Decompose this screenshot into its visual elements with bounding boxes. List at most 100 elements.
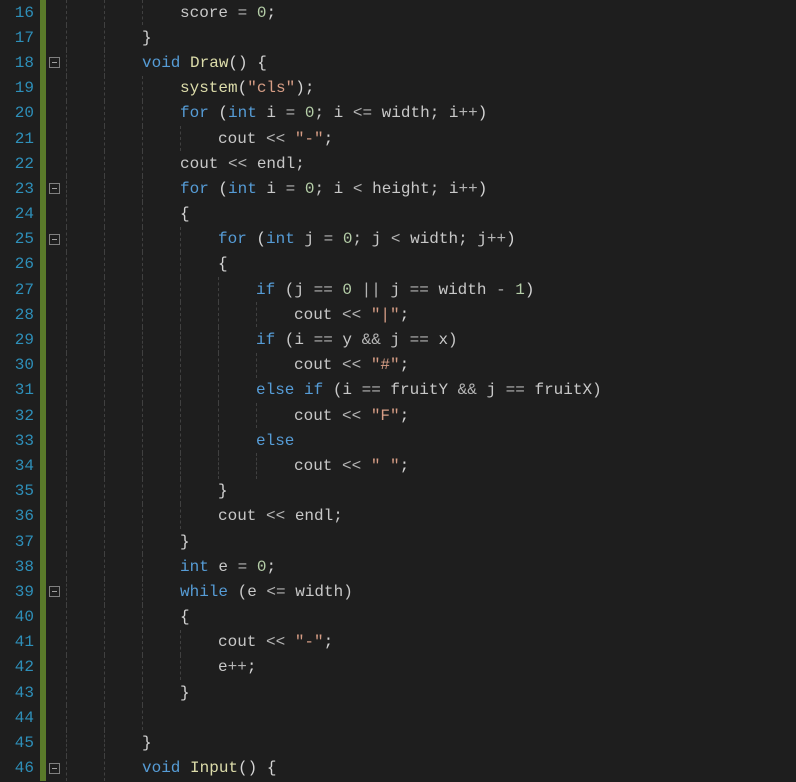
token: { [180, 608, 190, 626]
code-line[interactable]: for (int i = 0; i < height; i++) [66, 176, 796, 201]
token: endl; [247, 155, 305, 173]
token: << [266, 130, 285, 148]
code-editor[interactable]: 1617181920212223242526272829303132333435… [0, 0, 796, 782]
code-line[interactable]: while (e <= width) [66, 579, 796, 604]
line-number: 41 [0, 633, 40, 651]
token: << [342, 457, 361, 475]
token: ; [324, 633, 334, 651]
token: ; [266, 4, 276, 22]
code-text: if (i == y && j == x) [66, 331, 458, 349]
fold-toggle-icon[interactable] [49, 234, 60, 245]
code-line[interactable]: e++; [66, 655, 796, 680]
code-line[interactable]: } [66, 25, 796, 50]
gutter-row: 26 [0, 252, 62, 277]
code-line[interactable]: { [66, 202, 796, 227]
code-line[interactable]: cout << " "; [66, 453, 796, 478]
token: " " [371, 457, 400, 475]
token: int [180, 558, 209, 576]
code-line[interactable]: cout << "-"; [66, 630, 796, 655]
code-line[interactable] [66, 705, 796, 730]
code-text: cout << endl; [66, 507, 343, 525]
code-line[interactable]: void Draw() { [66, 50, 796, 75]
token: ) [478, 104, 488, 122]
code-line[interactable]: else if (i == fruitY && j == fruitX) [66, 378, 796, 403]
code-text: for (int i = 0; i < height; i++) [66, 180, 487, 198]
code-line[interactable]: } [66, 730, 796, 755]
code-line[interactable]: int e = 0; [66, 554, 796, 579]
line-number: 30 [0, 356, 40, 374]
code-line[interactable]: score = 0; [66, 0, 796, 25]
code-line[interactable]: } [66, 479, 796, 504]
gutter-row: 46 [0, 756, 62, 781]
code-text: cout << "#"; [66, 356, 409, 374]
code-text: cout << " "; [66, 457, 409, 475]
token: == [314, 331, 333, 349]
line-number: 43 [0, 684, 40, 702]
token: cout [294, 306, 342, 324]
code-text: system("cls"); [66, 79, 314, 97]
change-bar [40, 655, 46, 680]
token: } [142, 734, 152, 752]
token: } [180, 684, 190, 702]
token: (i [275, 331, 313, 349]
line-number: 38 [0, 558, 40, 576]
token: () { [228, 54, 266, 72]
fold-toggle-icon[interactable] [49, 183, 60, 194]
fold-toggle-icon[interactable] [49, 586, 60, 597]
code-line[interactable]: void Input() { [66, 756, 796, 781]
code-line[interactable]: { [66, 252, 796, 277]
gutter-row: 42 [0, 655, 62, 680]
code-line[interactable]: cout << endl; [66, 151, 796, 176]
line-number: 31 [0, 381, 40, 399]
token: cout [218, 507, 266, 525]
gutter-row: 32 [0, 403, 62, 428]
code-line[interactable]: cout << "F"; [66, 403, 796, 428]
token: && [362, 331, 381, 349]
token: ( [209, 180, 228, 198]
code-line[interactable]: } [66, 529, 796, 554]
code-text: } [66, 482, 228, 500]
code-line[interactable]: cout << "#"; [66, 353, 796, 378]
indent-guide [142, 705, 143, 730]
token: void [142, 54, 180, 72]
line-number: 45 [0, 734, 40, 752]
code-line[interactable]: cout << "-"; [66, 126, 796, 151]
token: for [218, 230, 247, 248]
code-area[interactable]: score = 0;}void Draw() {system("cls");fo… [62, 0, 796, 782]
code-line[interactable]: { [66, 605, 796, 630]
code-line[interactable]: for (int j = 0; j < width; j++) [66, 227, 796, 252]
code-line[interactable]: else [66, 428, 796, 453]
token: } [180, 533, 190, 551]
fold-toggle-icon[interactable] [49, 763, 60, 774]
token: || [362, 281, 381, 299]
token [285, 633, 295, 651]
token: - [496, 281, 506, 299]
code-line[interactable]: system("cls"); [66, 76, 796, 101]
token [295, 180, 305, 198]
token: width; i [372, 104, 458, 122]
token: ) [506, 230, 516, 248]
code-line[interactable]: cout << "|"; [66, 302, 796, 327]
gutter-row: 44 [0, 705, 62, 730]
token: "#" [371, 356, 400, 374]
code-line[interactable]: if (i == y && j == x) [66, 327, 796, 352]
fold-toggle-icon[interactable] [49, 57, 60, 68]
change-bar [40, 428, 46, 453]
token [228, 4, 238, 22]
gutter-row: 38 [0, 554, 62, 579]
token: for [180, 104, 209, 122]
code-line[interactable]: } [66, 680, 796, 705]
code-line[interactable]: for (int i = 0; i <= width; i++) [66, 101, 796, 126]
token: ( [247, 230, 266, 248]
token: "|" [371, 306, 400, 324]
code-text: for (int i = 0; i <= width; i++) [66, 104, 487, 122]
gutter-row: 17 [0, 25, 62, 50]
code-line[interactable]: if (j == 0 || j == width - 1) [66, 277, 796, 302]
code-line[interactable]: cout << endl; [66, 504, 796, 529]
token: 0 [342, 281, 352, 299]
token [361, 407, 371, 425]
token: ; [400, 457, 410, 475]
line-number: 19 [0, 79, 40, 97]
change-bar [40, 353, 46, 378]
token: endl; [285, 507, 343, 525]
